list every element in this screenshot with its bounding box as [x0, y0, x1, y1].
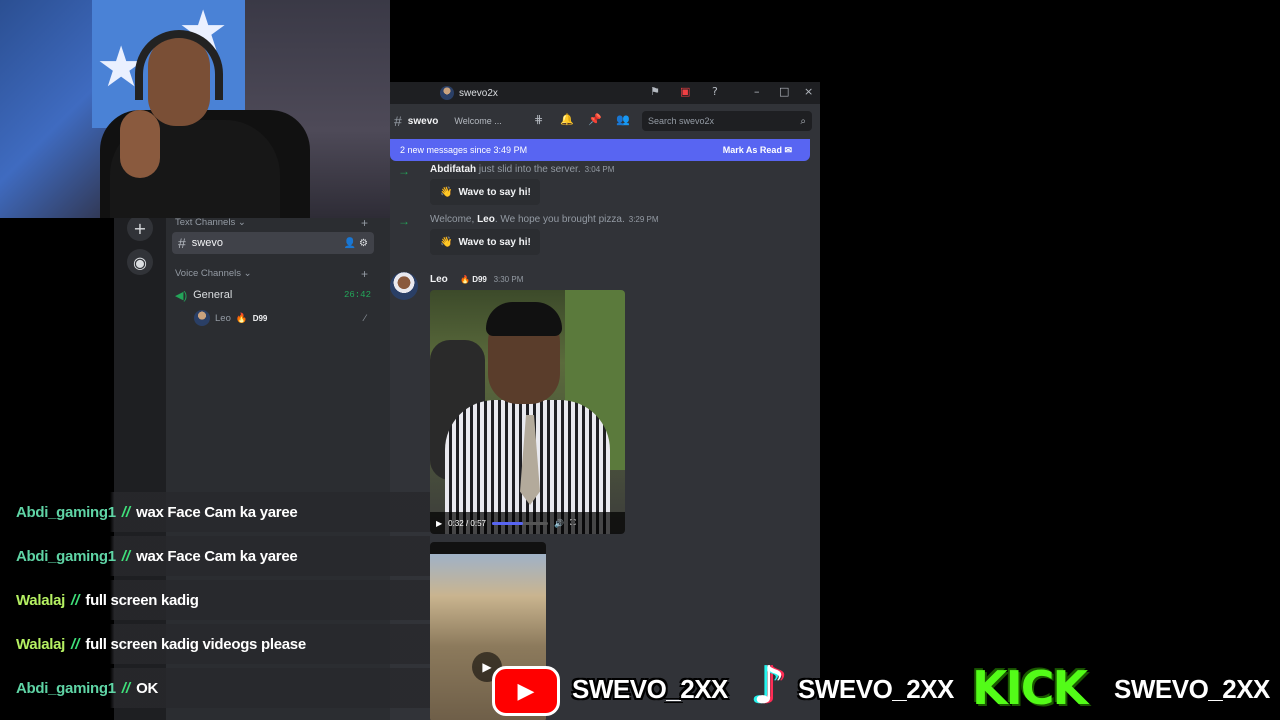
youtube-handle: SWEVO_2XX — [572, 674, 728, 704]
titlebar: swevo2x ⚑ ▣ ? – □ × — [390, 82, 820, 104]
channel-settings-icon[interactable]: 👤 ⚙ — [344, 238, 368, 249]
video-person-hair — [486, 302, 562, 336]
video-controls: ▶ 0:32 / 0:57 🔊 ⛶ — [430, 512, 625, 534]
user-badge: D99 — [252, 313, 268, 323]
avatar[interactable] — [390, 272, 418, 300]
slash-icon: // — [121, 547, 131, 565]
server-avatar — [440, 86, 454, 100]
server-name: swevo2x — [459, 87, 498, 99]
tiktok-icon: ♪ — [752, 656, 786, 716]
slash-icon: // — [121, 503, 131, 521]
video-progress-bar[interactable] — [491, 521, 548, 525]
new-messages-text: 2 new messages since 3:49 PM — [400, 145, 528, 155]
video-attachment[interactable]: ▶ 0:32 / 0:57 🔊 ⛶ — [430, 290, 625, 534]
channel-title: swevo — [407, 115, 439, 127]
bell-icon[interactable]: 🔔 — [560, 113, 574, 126]
join-user[interactable]: Abdifatah — [430, 164, 476, 175]
text-channels-category[interactable]: Text Channels ⌄ — [175, 217, 246, 228]
message-author[interactable]: Leo — [430, 274, 448, 285]
add-voice-channel-icon[interactable]: + — [361, 267, 368, 281]
new-messages-banner[interactable]: 2 new messages since 3:49 PM Mark As Rea… — [390, 139, 810, 161]
pin-icon[interactable]: 📌 — [588, 113, 602, 126]
webcam-feed: ★ ★ — [0, 0, 390, 218]
speaker-icon: ◀) — [175, 289, 188, 302]
voice-channel-general[interactable]: ◀) General 26:42 — [175, 286, 371, 304]
flame-icon: 🔥 — [460, 275, 470, 284]
wave-icon: 👋 — [440, 236, 453, 248]
discover-icon[interactable]: ◉ — [127, 249, 153, 275]
minimize-icon[interactable]: – — [754, 85, 760, 98]
chat-username: Abdi_gaming1 — [16, 547, 116, 565]
search-icon: ⌕ — [800, 115, 806, 127]
user-badge: D99 — [472, 275, 487, 284]
muted-icon: ⁄ — [364, 312, 366, 324]
add-text-channel-icon[interactable]: + — [361, 216, 368, 230]
fullscreen-icon[interactable]: ⛶ — [570, 518, 576, 528]
chat-message: Abdi_gaming1 // wax Face Cam ka yaree — [0, 492, 430, 532]
join-user[interactable]: Leo — [477, 214, 495, 225]
message-time: 3:30 PM — [493, 275, 524, 284]
chat-username: Abdi_gaming1 — [16, 503, 116, 521]
kick-handle: SWEVO_2XX — [1114, 674, 1270, 704]
streamer-hand — [120, 110, 160, 178]
add-server-icon[interactable]: + — [127, 215, 153, 241]
chat-message: Abdi_gaming1 // wax Face Cam ka yaree — [0, 536, 430, 576]
hash-icon: # — [178, 235, 186, 251]
search-placeholder: Search swevo2x — [648, 116, 715, 126]
wave-button[interactable]: 👋 Wave to say hi! — [430, 229, 540, 255]
play-icon[interactable]: ▶ — [436, 519, 442, 528]
voice-user-name: Leo — [215, 312, 231, 324]
wave-label: Wave to say hi! — [458, 236, 531, 248]
video-time: 0:32 / 0:57 — [448, 518, 486, 528]
channel-name: swevo — [191, 237, 223, 249]
voice-timer: 26:42 — [343, 290, 371, 300]
screen-share-icon[interactable]: ▣ — [680, 85, 690, 98]
channel-swevo[interactable]: # swevo 👤 ⚙ — [172, 232, 374, 254]
flag-icon[interactable]: ⚑ — [650, 85, 660, 98]
chat-text: full screen kadig — [85, 591, 199, 609]
channel-topic[interactable]: Welcome ... — [454, 116, 501, 126]
close-icon[interactable]: × — [804, 85, 813, 98]
maximize-icon[interactable]: □ — [779, 85, 789, 98]
slash-icon: // — [71, 591, 80, 609]
chat-message: Walalaj // full screen kadig — [0, 580, 430, 620]
wave-icon: 👋 — [440, 186, 453, 198]
members-icon[interactable]: 👥 — [616, 113, 630, 126]
youtube-icon: ▶ — [492, 666, 560, 716]
tiktok-handle: SWEVO_2XX — [798, 674, 954, 704]
flame-icon: 🔥 — [235, 312, 248, 324]
threads-icon[interactable]: ⋕ — [534, 113, 543, 126]
stream-canvas: ★ ★ + ◉ Text Channels ⌄ + # swevo 👤 ⚙ Vo… — [0, 0, 1280, 720]
video-progress-fill — [491, 521, 524, 525]
voice-channels-category[interactable]: Voice Channels ⌄ — [175, 268, 252, 279]
wave-label: Wave to say hi! — [458, 186, 531, 198]
discord-window: swevo2x ⚑ ▣ ? – □ × # swevo Welcome ... … — [390, 82, 820, 720]
socials-overlay: ▶ SWEVO_2XX ♪ SWEVO_2XX KICK SWEVO_2XX — [0, 650, 1280, 720]
wave-button[interactable]: 👋 Wave to say hi! — [430, 179, 540, 205]
server-title: swevo2x — [440, 86, 498, 100]
chat-username: Walalaj — [16, 591, 66, 609]
arrow-icon: → — [398, 214, 410, 228]
search-input[interactable]: Search swevo2x ⌕ — [642, 111, 812, 131]
voice-user-leo[interactable]: Leo 🔥 D99 ⁄ — [194, 309, 372, 327]
voice-channel-name: General — [193, 289, 233, 301]
chat-text: wax Face Cam ka yaree — [136, 547, 298, 565]
help-icon[interactable]: ? — [712, 85, 718, 98]
avatar — [194, 310, 210, 326]
mark-as-read-button[interactable]: Mark As Read ✉ — [723, 145, 792, 156]
arrow-icon: → — [398, 164, 410, 178]
kick-icon: KICK — [972, 661, 1088, 715]
volume-icon[interactable]: 🔊 — [554, 519, 564, 528]
chat-text: wax Face Cam ka yaree — [136, 503, 298, 521]
message-meta: 🔥 D99 3:30 PM — [460, 275, 523, 284]
hash-icon: # — [394, 113, 402, 129]
